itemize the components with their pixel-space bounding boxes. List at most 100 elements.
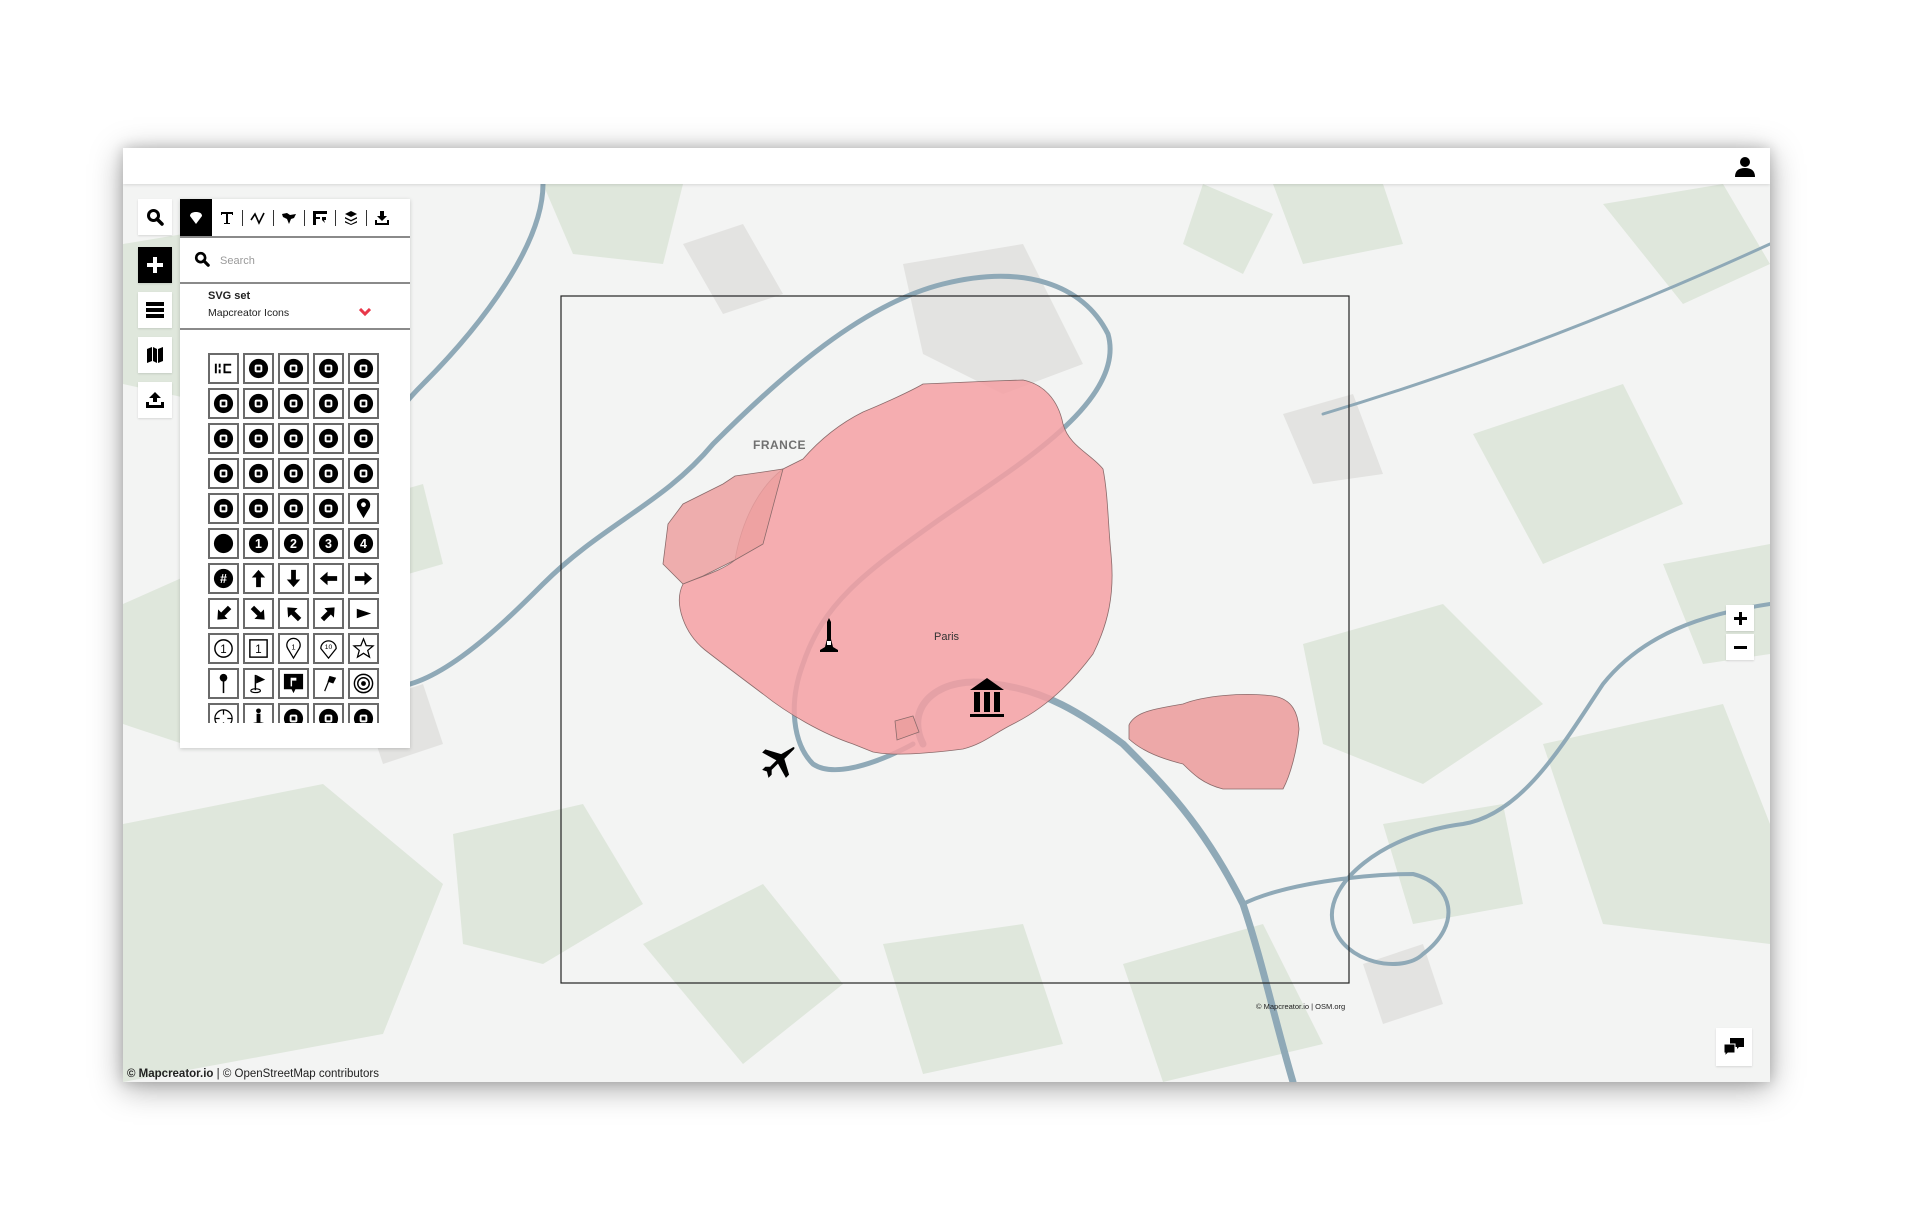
location-pin-icon	[356, 498, 371, 519]
pin-round-icon	[219, 673, 228, 694]
icon-option-person-circle[interactable]	[278, 703, 309, 723]
icon-option-helicopter[interactable]	[243, 458, 274, 489]
hash-icon: #	[213, 568, 234, 589]
icon-option-arrow-right[interactable]	[348, 563, 379, 594]
icon-grid: 1 2 3 4 #1 1 1 10	[208, 353, 388, 723]
icon-option-square-1-outline[interactable]: 1	[243, 633, 274, 664]
icon-option-checkered-flag[interactable]	[313, 668, 344, 699]
icon-option-arrow-down[interactable]	[278, 563, 309, 594]
icon-option-bottles[interactable]	[278, 458, 309, 489]
icon-option-number-3[interactable]: 3	[313, 528, 344, 559]
flag-wind-icon	[353, 428, 374, 449]
layers-icon	[345, 210, 357, 225]
icon-option-car[interactable]	[313, 458, 344, 489]
people-balloons-icon	[353, 393, 374, 414]
icon-option-pin-10-outline[interactable]: 10	[313, 633, 344, 664]
icon-option-arrow-up-right[interactable]	[313, 598, 344, 629]
pylon-icon	[318, 498, 339, 519]
chat-button[interactable]	[1716, 1028, 1752, 1066]
svg-set-select[interactable]: SVG set Mapcreator Icons	[180, 284, 410, 330]
user-account-button[interactable]	[1732, 154, 1758, 180]
number-4-icon: 4	[353, 533, 374, 554]
panel-tabs	[180, 199, 410, 238]
checkered-flag-icon	[324, 675, 337, 692]
icon-option-golf-flag[interactable]	[243, 668, 274, 699]
boot-icon	[283, 428, 304, 449]
tab-text[interactable]	[212, 199, 242, 236]
icon-option-target[interactable]	[348, 668, 379, 699]
icon-option-circle[interactable]	[208, 528, 239, 559]
icon-search-input[interactable]	[218, 250, 402, 272]
icon-option-person-seated[interactable]	[243, 493, 274, 524]
attribution-osm[interactable]: | © OpenStreetMap contributors	[213, 1068, 379, 1080]
icon-option-number-4[interactable]: 4	[348, 528, 379, 559]
tab-templates[interactable]	[305, 199, 335, 236]
icon-option-clover[interactable]	[313, 353, 344, 384]
icon-option-tank[interactable]	[278, 493, 309, 524]
icon-option-arrow-up[interactable]	[243, 563, 274, 594]
icon-option-group-circle[interactable]	[313, 703, 344, 723]
template-icon	[313, 210, 327, 225]
submarine-icon	[213, 428, 234, 449]
icon-option-walker-circle[interactable]	[348, 703, 379, 723]
list-tool-button[interactable]	[138, 292, 172, 328]
golf-flag-icon	[250, 674, 266, 694]
icon-option-star-1-outline[interactable]	[348, 633, 379, 664]
icon-option-triangle-right[interactable]	[348, 598, 379, 629]
tab-layers[interactable]	[336, 199, 366, 236]
icon-option-beer[interactable]	[243, 353, 274, 384]
icon-option-submarine[interactable]	[208, 423, 239, 454]
icon-option-boot[interactable]	[278, 423, 309, 454]
svg-text:1: 1	[291, 642, 295, 651]
tab-areas[interactable]	[274, 199, 304, 236]
arrow-down-right-icon	[250, 605, 265, 620]
icon-option-pylon[interactable]	[313, 493, 344, 524]
app-window: FRANCE Paris © Mapcreator.io | OSM.org S…	[123, 148, 1770, 1082]
tab-lines[interactable]	[243, 199, 273, 236]
icon-option-ice-cream[interactable]	[348, 458, 379, 489]
icon-option-fridge[interactable]	[313, 388, 344, 419]
icon-option-fuel-can[interactable]	[278, 388, 309, 419]
icon-option-grenade[interactable]	[208, 458, 239, 489]
user-icon	[1735, 157, 1755, 177]
add-tool-button[interactable]	[138, 247, 172, 283]
tab-markers[interactable]	[180, 199, 212, 236]
icon-option-rifle[interactable]	[313, 423, 344, 454]
icon-option-circle-1-outline[interactable]: 1	[208, 633, 239, 664]
icon-option-mc-logo[interactable]	[208, 353, 239, 384]
icon-option-pin-round[interactable]	[208, 668, 239, 699]
icon-option-parachute[interactable]	[243, 423, 274, 454]
icon-option-arrow-down-left[interactable]	[208, 598, 239, 629]
icon-option-passport[interactable]	[208, 493, 239, 524]
icon-option-people-balloons[interactable]	[348, 388, 379, 419]
bottles-icon	[283, 463, 304, 484]
icon-option-person-standing[interactable]	[243, 703, 274, 723]
tab-download[interactable]	[367, 199, 397, 236]
icon-option-building[interactable]	[243, 388, 274, 419]
zoom-in-button[interactable]	[1726, 605, 1754, 631]
icon-option-crosshair[interactable]	[208, 703, 239, 723]
attribution-brand[interactable]: © Mapcreator.io	[127, 1068, 213, 1080]
icon-option-arrow-left[interactable]	[313, 563, 344, 594]
arrow-down-left-icon	[217, 605, 232, 620]
search-tool-button[interactable]	[138, 199, 172, 235]
zoom-out-button[interactable]	[1726, 634, 1754, 660]
icon-option-location-pin[interactable]	[348, 493, 379, 524]
ice-cream-icon	[353, 463, 374, 484]
map-tool-button[interactable]	[138, 337, 172, 373]
icon-option-flowers[interactable]	[208, 388, 239, 419]
icon-option-airplane[interactable]	[278, 353, 309, 384]
icon-option-pin-1-outline[interactable]: 1	[278, 633, 309, 664]
icon-option-ship-wheel[interactable]	[348, 353, 379, 384]
arrow-up-icon	[251, 569, 266, 588]
marker-icon	[190, 211, 202, 224]
icon-option-arrow-down-right[interactable]	[243, 598, 274, 629]
icon-option-flag-bubble[interactable]	[278, 668, 309, 699]
icon-option-flag-wind[interactable]	[348, 423, 379, 454]
icon-option-number-2[interactable]: 2	[278, 528, 309, 559]
list-icon	[146, 302, 164, 318]
icon-option-arrow-up-left[interactable]	[278, 598, 309, 629]
icon-option-number-1[interactable]: 1	[243, 528, 274, 559]
icon-option-hash[interactable]: #	[208, 563, 239, 594]
upload-tool-button[interactable]	[138, 382, 172, 418]
